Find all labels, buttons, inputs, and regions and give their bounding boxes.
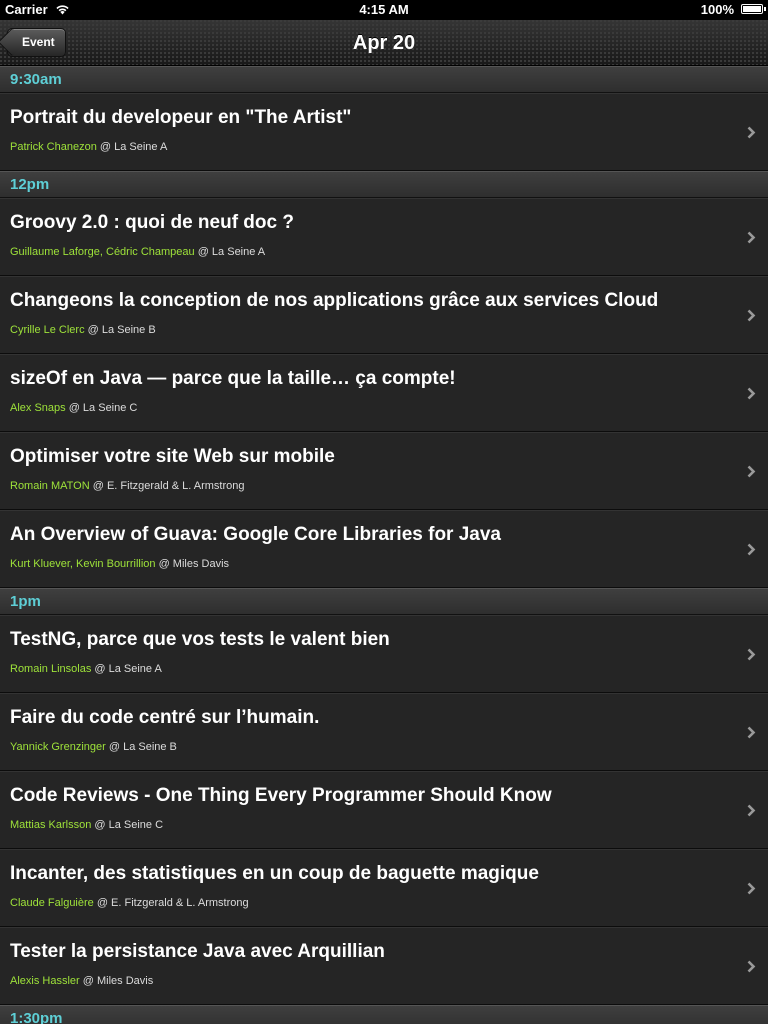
session-row[interactable]: An Overview of Guava: Google Core Librar…	[0, 510, 768, 588]
session-title: Portrait du developeur en "The Artist"	[10, 107, 352, 128]
session-details: Patrick Chanezon @ La Seine A	[10, 141, 728, 153]
session-room: @ La Seine A	[91, 663, 162, 675]
session-details: Cyrille Le Clerc @ La Seine B	[10, 324, 728, 336]
session-speakers: Claude Falguière	[10, 897, 94, 909]
session-row[interactable]: Incanter, des statistiques en un coup de…	[0, 849, 768, 927]
navigation-bar: Apr 20 Event	[0, 20, 768, 66]
session-speakers: Alexis Hassler	[10, 975, 80, 987]
session-speakers: Kurt Kluever, Kevin Bourrillion	[10, 558, 156, 570]
page-title: Apr 20	[352, 32, 416, 54]
session-speakers: Yannick Grenzinger	[10, 741, 106, 753]
session-details: Alex Snaps @ La Seine C	[10, 402, 728, 414]
session-room: @ La Seine A	[96, 141, 168, 153]
chevron-right-icon	[747, 465, 756, 478]
session-room: @ La Seine C	[91, 819, 164, 831]
chevron-right-icon	[747, 882, 756, 895]
chevron-right-icon	[747, 648, 756, 661]
session-title: Faire du code centré sur l’humain.	[10, 707, 320, 728]
back-button-label: Event	[22, 35, 55, 49]
section-header: 12pm	[0, 171, 768, 198]
session-row[interactable]: Tester la persistance Java avec Arquilli…	[0, 927, 768, 1005]
session-room: @ La Seine A	[194, 246, 266, 258]
session-speakers: Cyrille Le Clerc	[10, 324, 85, 336]
session-room: @ La Seine B	[84, 324, 156, 336]
battery-percent: 100%	[700, 2, 734, 17]
session-row[interactable]: TestNG, parce que vos tests le valent bi…	[0, 615, 768, 693]
session-details: Yannick Grenzinger @ La Seine B	[10, 741, 728, 753]
chevron-right-icon	[747, 804, 756, 817]
clock: 4:15 AM	[359, 2, 409, 17]
session-row[interactable]: Groovy 2.0 : quoi de neuf doc ? Guillaume…	[0, 198, 768, 276]
session-row[interactable]: Faire du code centré sur l’humain. Yannic…	[0, 693, 768, 771]
session-speakers: Guillaume Laforge, Cédric Champeau	[10, 246, 195, 258]
session-room: @ Miles Davis	[155, 558, 230, 570]
status-bar: Carrier 4:15 AM 100%	[0, 0, 768, 20]
session-room: @ Miles Davis	[79, 975, 154, 987]
session-row[interactable]: Changeons la conception de nos applicati…	[0, 276, 768, 354]
session-details: Mattias Karlsson @ La Seine C	[10, 819, 728, 831]
session-details: Guillaume Laforge, Cédric Champeau @ La …	[10, 246, 728, 258]
session-title: TestNG, parce que vos tests le valent bi…	[10, 629, 390, 650]
session-speakers: Alex Snaps	[10, 402, 66, 414]
session-speakers: Mattias Karlsson	[10, 819, 92, 831]
chevron-right-icon	[747, 126, 756, 139]
session-title: Code Reviews - One Thing Every Programme…	[10, 785, 552, 806]
session-title: An Overview of Guava: Google Core Librar…	[10, 524, 501, 545]
battery-icon	[741, 4, 766, 14]
session-details: Romain MATON @ E. Fitzgerald & L. Armstr…	[10, 480, 728, 492]
session-details: Romain Linsolas @ La Seine A	[10, 663, 728, 675]
session-room: @ La Seine B	[105, 741, 177, 753]
session-room: @ E. Fitzgerald & L. Armstrong	[93, 897, 249, 909]
chevron-right-icon	[747, 309, 756, 322]
session-title: Changeons la conception de nos applicati…	[10, 290, 659, 311]
section-header: 1:30pm	[0, 1005, 768, 1024]
session-title: Tester la persistance Java avec Arquilli…	[10, 941, 385, 962]
chevron-right-icon	[747, 231, 756, 244]
session-room: @ La Seine C	[65, 402, 138, 414]
section-header: 9:30am	[0, 66, 768, 93]
session-details: Kurt Kluever, Kevin Bourrillion @ Miles …	[10, 558, 728, 570]
session-row[interactable]: sizeOf en Java — parce que la taille… ça…	[0, 354, 768, 432]
session-details: Claude Falguière @ E. Fitzgerald & L. Ar…	[10, 897, 728, 909]
session-speakers: Romain Linsolas	[10, 663, 92, 675]
screen: Carrier 4:15 AM 100% Apr 20 Event 9:30am…	[0, 0, 768, 1024]
session-list[interactable]: 9:30am Portrait du developeur en "The Art…	[0, 66, 768, 1024]
session-speakers: Patrick Chanezon	[10, 141, 97, 153]
session-title: Incanter, des statistiques en un coup de…	[10, 863, 539, 884]
session-room: @ E. Fitzgerald & L. Armstrong	[89, 480, 245, 492]
session-title: Groovy 2.0 : quoi de neuf doc ?	[10, 212, 294, 233]
section-header: 1pm	[0, 588, 768, 615]
chevron-right-icon	[747, 543, 756, 556]
session-row[interactable]: Code Reviews - One Thing Every Programme…	[0, 771, 768, 849]
session-row[interactable]: Optimiser votre site Web sur mobile Romai…	[0, 432, 768, 510]
session-title: Optimiser votre site Web sur mobile	[10, 446, 335, 467]
chevron-right-icon	[747, 387, 756, 400]
session-title: sizeOf en Java — parce que la taille… ça…	[10, 368, 456, 389]
session-details: Alexis Hassler @ Miles Davis	[10, 975, 728, 987]
back-button[interactable]: Event	[7, 28, 66, 57]
session-speakers: Romain MATON	[10, 480, 90, 492]
chevron-right-icon	[747, 726, 756, 739]
chevron-right-icon	[747, 960, 756, 973]
session-row[interactable]: Portrait du developeur en "The Artist" Pa…	[0, 93, 768, 171]
